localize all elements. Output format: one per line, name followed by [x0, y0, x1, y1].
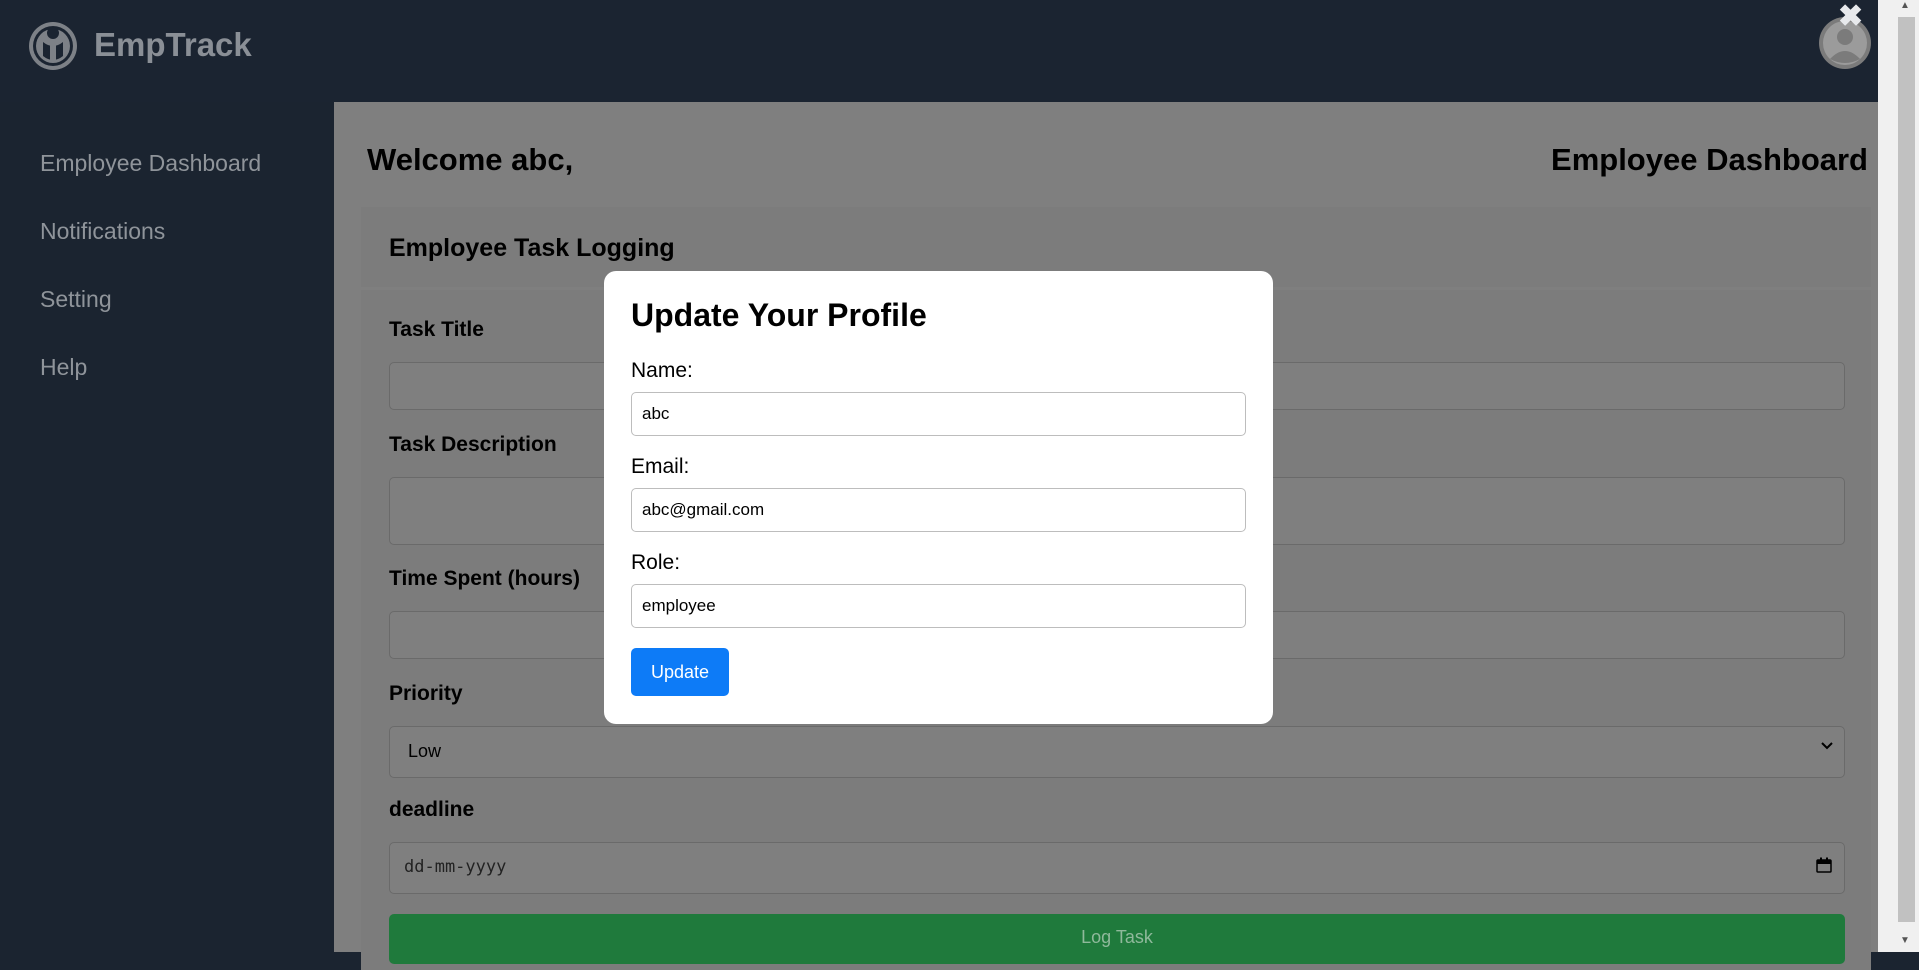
priority-select[interactable]: Low — [389, 726, 1845, 778]
role-label: Role: — [631, 551, 681, 574]
sidebar-item-employee-dashboard[interactable]: Employee Dashboard — [40, 150, 261, 177]
role-field[interactable] — [631, 584, 1246, 628]
scroll-up-arrow-icon[interactable]: ▲ — [1900, 0, 1910, 11]
email-label: Email: — [631, 455, 690, 478]
welcome-message: Welcome abc, — [367, 142, 574, 177]
email-field[interactable] — [631, 488, 1246, 532]
close-modal-icon[interactable]: ✖ — [1838, 0, 1863, 34]
sidebar-item-notifications[interactable]: Notifications — [40, 218, 165, 245]
logo-icon — [29, 22, 77, 70]
page-scrollbar[interactable]: ▲ ▼ — [1878, 0, 1919, 952]
update-button[interactable]: Update — [631, 648, 729, 696]
priority-selected-value: Low — [408, 741, 442, 761]
chevron-down-icon — [1821, 742, 1833, 750]
sidebar: Employee Dashboard Notifications Setting… — [0, 102, 334, 952]
log-task-button[interactable]: Log Task — [389, 914, 1845, 964]
deadline-label: deadline — [389, 798, 475, 821]
task-description-label: Task Description — [389, 433, 557, 456]
sidebar-item-help[interactable]: Help — [40, 354, 87, 381]
calendar-icon[interactable] — [1816, 857, 1832, 873]
update-profile-modal: Update Your Profile Name: Email: Role: U… — [604, 271, 1273, 724]
modal-title: Update Your Profile — [631, 297, 927, 333]
time-spent-label: Time Spent (hours) — [389, 567, 580, 590]
page-title: Employee Dashboard — [1551, 142, 1868, 177]
deadline-date-input[interactable]: dd-mm-yyyy — [389, 842, 1845, 894]
sidebar-item-setting[interactable]: Setting — [40, 286, 112, 313]
scroll-down-arrow-icon[interactable]: ▼ — [1900, 935, 1910, 946]
priority-label: Priority — [389, 682, 463, 705]
brand-name: EmpTrack — [94, 26, 252, 63]
name-field[interactable] — [631, 392, 1246, 436]
name-label: Name: — [631, 359, 693, 382]
deadline-placeholder: dd-mm-yyyy — [404, 857, 507, 877]
task-title-label: Task Title — [389, 318, 484, 341]
scrollbar-thumb[interactable] — [1898, 17, 1915, 922]
section-title: Employee Task Logging — [389, 234, 675, 262]
top-header: EmpTrack ✖ — [0, 0, 1878, 102]
